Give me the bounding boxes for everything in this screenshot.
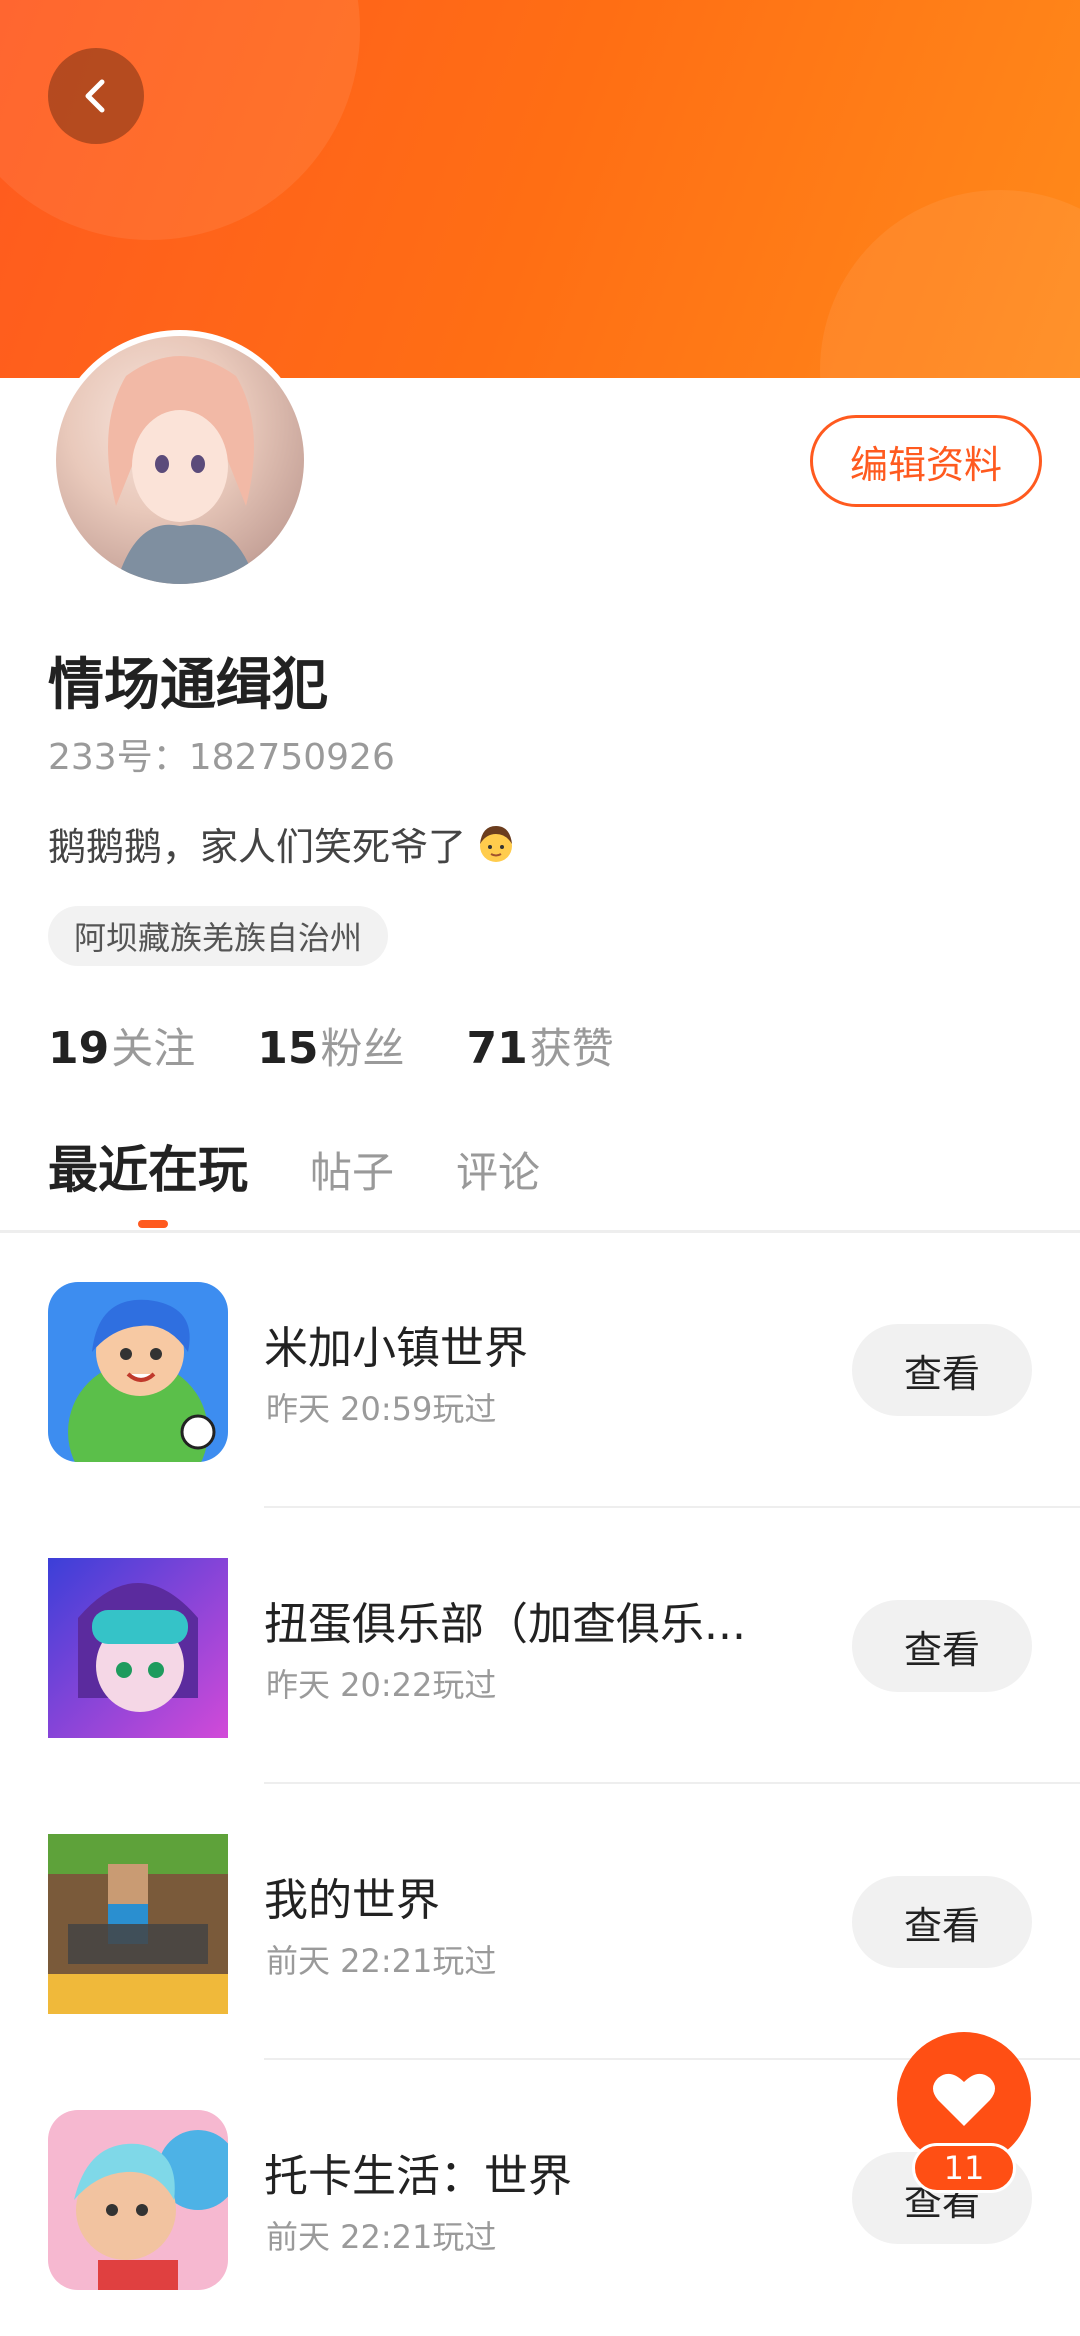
stat-label: 关注 — [111, 1024, 196, 1073]
like-count-badge: 11 — [912, 2143, 1016, 2193]
game-icon-toca-life — [48, 2110, 228, 2290]
stat-likes[interactable]: 71 获赞 — [467, 1015, 614, 1076]
heart-icon — [933, 2073, 995, 2126]
view-button[interactable]: 查看 — [852, 1324, 1032, 1416]
profile-bio: 鹅鹅鹅，家人们笑死爷了 — [48, 816, 520, 871]
last-played-time: 昨天 20:59玩过 — [266, 1390, 497, 1428]
game-title: 米加小镇世界 — [264, 1323, 528, 1374]
view-button[interactable]: 查看 — [852, 1876, 1032, 1968]
stat-label: 粉丝 — [320, 1024, 405, 1073]
stat-following[interactable]: 19 关注 — [48, 1015, 195, 1076]
stat-count: 19 — [48, 1023, 110, 1074]
last-played-time: 昨天 20:22玩过 — [266, 1666, 497, 1704]
game-title: 扭蛋俱乐部（加查俱乐... — [264, 1599, 746, 1650]
last-played-time: 前天 22:21玩过 — [266, 1942, 497, 1980]
back-button[interactable] — [48, 48, 144, 144]
last-played-time: 前天 22:21玩过 — [266, 2218, 497, 2256]
profile-name: 情场通缉犯 — [48, 653, 328, 718]
stat-followers[interactable]: 15 粉丝 — [257, 1015, 404, 1076]
profile-stats: 19 关注 15 粉丝 71 获赞 — [48, 1015, 614, 1076]
game-title: 我的世界 — [264, 1875, 440, 1926]
game-icon-minecraft — [48, 1834, 228, 2014]
game-icon-gacha-club — [48, 1558, 228, 1738]
view-button[interactable]: 查看 — [852, 1600, 1032, 1692]
user-id: 233号：182750926 — [48, 737, 395, 778]
list-item[interactable]: 扭蛋俱乐部（加查俱乐... 昨天 20:22玩过 查看 — [0, 1508, 1080, 1784]
location-tag: 阿坝藏族羌族自治州 — [48, 906, 389, 966]
tab-recently-played[interactable]: 最近在玩 — [48, 1130, 248, 1202]
list-item[interactable]: 我的世界 前天 22:21玩过 查看 — [0, 1784, 1080, 2060]
profile-header-banner — [0, 0, 1080, 378]
tab-posts[interactable]: 帖子 — [310, 1139, 394, 1200]
banner-decoration — [820, 190, 1080, 378]
game-icon-miga-town — [48, 1282, 228, 1462]
stat-count: 71 — [466, 1023, 528, 1074]
girl-emoji-icon — [480, 825, 513, 862]
profile-tabs: 最近在玩 帖子 评论 — [48, 1130, 540, 1202]
edit-profile-button[interactable]: 编辑资料 — [810, 415, 1042, 507]
avatar-image — [56, 336, 304, 584]
bio-text: 鹅鹅鹅，家人们笑死爷了 — [48, 825, 467, 869]
chevron-left-icon — [85, 79, 105, 113]
avatar[interactable] — [50, 330, 310, 590]
list-item[interactable]: 米加小镇世界 昨天 20:59玩过 查看 — [0, 1232, 1080, 1508]
stat-count: 15 — [257, 1023, 319, 1074]
active-tab-indicator — [138, 1220, 168, 1228]
game-title: 托卡生活：世界 — [264, 2151, 572, 2202]
stat-label: 获赞 — [529, 1024, 614, 1073]
tab-comments[interactable]: 评论 — [456, 1139, 540, 1200]
